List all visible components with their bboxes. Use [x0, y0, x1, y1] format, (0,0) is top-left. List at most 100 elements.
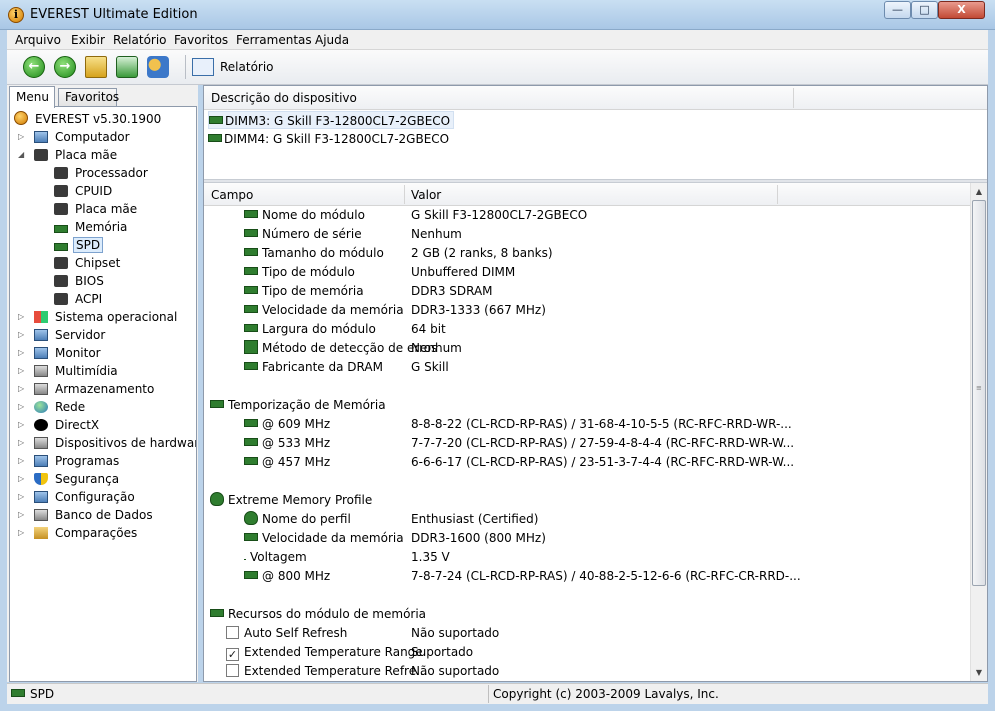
- acpi-icon: [54, 293, 68, 305]
- tree-item-banco-de-dados[interactable]: ▷ Banco de Dados: [18, 506, 155, 524]
- grid-header: Campo Valor: [204, 183, 970, 206]
- chipset-icon: [54, 257, 68, 269]
- device-item-dimm3[interactable]: DIMM3: G Skill F3-12800CL7-2GBECO: [208, 111, 455, 129]
- memory-icon: [244, 324, 258, 332]
- expand-icon[interactable]: ▷: [18, 524, 24, 542]
- table-row[interactable]: @ 457 MHz 6-6-6-17 (CL-RCD-RP-RAS) / 23-5…: [204, 453, 970, 472]
- table-row[interactable]: @ 609 MHz 8-8-8-22 (CL-RCD-RP-RAS) / 31-6…: [204, 415, 970, 434]
- expand-icon[interactable]: ▷: [18, 362, 24, 380]
- flame-icon: [244, 511, 258, 525]
- tree-item-spd[interactable]: SPD: [54, 236, 104, 254]
- tab-menu[interactable]: Menu: [9, 86, 55, 108]
- vertical-scrollbar[interactable]: ▲ ≡ ▼: [970, 183, 987, 681]
- tree-item-sistema-operacional[interactable]: ▷ Sistema operacional: [18, 308, 179, 326]
- users-icon[interactable]: [147, 56, 169, 78]
- refresh-icon[interactable]: [116, 56, 138, 78]
- up-folder-icon[interactable]: [85, 56, 107, 78]
- table-row[interactable]: Fabricante da DRAM G Skill: [204, 358, 970, 377]
- expand-icon[interactable]: ▷: [18, 470, 24, 488]
- table-row[interactable]: Auto Self Refresh Não suportado: [204, 624, 970, 643]
- maximize-button[interactable]: □: [911, 1, 938, 19]
- memory-icon: [244, 419, 258, 427]
- scroll-thumb[interactable]: ≡: [972, 200, 986, 586]
- tree-item-chipset[interactable]: Chipset: [54, 254, 122, 272]
- expand-icon[interactable]: ▷: [18, 452, 24, 470]
- memory-icon: [244, 457, 258, 465]
- tree-item-servidor[interactable]: ▷ Servidor: [18, 326, 107, 344]
- menu-relatorio[interactable]: Relatório: [113, 33, 167, 47]
- menu-exibir[interactable]: Exibir: [71, 33, 105, 47]
- tree-item-processador[interactable]: Processador: [54, 164, 150, 182]
- table-row[interactable]: Velocidade da memória DDR3-1600 (800 MHz): [204, 529, 970, 548]
- expand-icon[interactable]: ▷: [18, 416, 24, 434]
- expand-icon[interactable]: ▷: [18, 434, 24, 452]
- tree-item-computador[interactable]: ▷ Computador: [18, 128, 132, 146]
- memory-icon: [11, 689, 25, 697]
- device-item-dimm4[interactable]: DIMM4: G Skill F3-12800CL7-2GBECO: [208, 130, 449, 148]
- table-row[interactable]: Tipo de módulo Unbuffered DIMM: [204, 263, 970, 282]
- close-button[interactable]: X: [938, 1, 985, 19]
- report-button-label[interactable]: Relatório: [220, 60, 274, 74]
- tree-item-dispositivos-hardware[interactable]: ▷ Dispositivos de hardware: [18, 434, 196, 452]
- memory-icon: [54, 243, 68, 251]
- tab-favoritos[interactable]: Favoritos: [58, 88, 119, 107]
- collapse-icon[interactable]: ◢: [18, 146, 24, 164]
- table-row[interactable]: Velocidade da memória DDR3-1333 (667 MHz): [204, 301, 970, 320]
- tree-item-cpuid[interactable]: CPUID: [54, 182, 114, 200]
- table-row[interactable]: Tipo de memória DDR3 SDRAM: [204, 282, 970, 301]
- expand-icon[interactable]: ▷: [18, 326, 24, 344]
- table-row[interactable]: Tamanho do módulo 2 GB (2 ranks, 8 banks): [204, 244, 970, 263]
- processor-icon: [54, 167, 68, 179]
- tree-item-seguranca[interactable]: ▷ Segurança: [18, 470, 121, 488]
- expand-icon[interactable]: ▷: [18, 380, 24, 398]
- minimize-button[interactable]: —: [884, 1, 911, 19]
- tree-item-placa-mae[interactable]: ◢ Placa mãe: [18, 146, 119, 164]
- forward-arrow-icon[interactable]: →: [54, 56, 76, 78]
- tree-item-armazenamento[interactable]: ▷ Armazenamento: [18, 380, 156, 398]
- tree-item-memoria[interactable]: Memória: [54, 218, 129, 236]
- table-row[interactable]: Número de série Nenhum: [204, 225, 970, 244]
- menu-ferramentas[interactable]: Ferramentas: [236, 33, 312, 47]
- menu-bar: Arquivo Exibir Relatório Favoritos Ferra…: [7, 30, 988, 50]
- device-description-column[interactable]: Descrição do dispositivo: [211, 91, 357, 105]
- menu-ajuda[interactable]: Ajuda: [315, 33, 349, 47]
- table-row[interactable]: @ 800 MHz 7-8-7-24 (CL-RCD-RP-RAS) / 40-8…: [204, 567, 970, 586]
- table-row[interactable]: Nome do módulo G Skill F3-12800CL7-2GBECO: [204, 206, 970, 225]
- tree-item-rede[interactable]: ▷ Rede: [18, 398, 87, 416]
- window-title: EVEREST Ultimate Edition: [30, 7, 198, 22]
- menu-favoritos[interactable]: Favoritos: [174, 33, 228, 47]
- table-row[interactable]: @ 533 MHz 7-7-7-20 (CL-RCD-RP-RAS) / 27-5…: [204, 434, 970, 453]
- table-row[interactable]: Largura do módulo 64 bit: [204, 320, 970, 339]
- menu-arquivo[interactable]: Arquivo: [15, 33, 61, 47]
- tree-item-placa-mae-sub[interactable]: Placa mãe: [54, 200, 139, 218]
- tree-item-monitor[interactable]: ▷ Monitor: [18, 344, 103, 362]
- table-row[interactable]: ✓ Extended Temperature Range Suportado: [204, 643, 970, 662]
- expand-icon[interactable]: ▷: [18, 506, 24, 524]
- tree-item-configuracao[interactable]: ▷ Configuração: [18, 488, 137, 506]
- tree-item-comparacoes[interactable]: ▷ Comparações: [18, 524, 139, 542]
- table-row[interactable]: Voltagem 1.35 V: [204, 548, 970, 567]
- tree-item-acpi[interactable]: ACPI: [54, 290, 104, 308]
- tree-item-multimidia[interactable]: ▷ Multimídia: [18, 362, 120, 380]
- table-row[interactable]: Método de detecção de erros Nenhum: [204, 339, 970, 358]
- motherboard-icon: [34, 149, 48, 161]
- scroll-up-icon[interactable]: ▲: [971, 183, 987, 200]
- table-row[interactable]: Nome do perfil Enthusiast (Certified): [204, 510, 970, 529]
- column-valor[interactable]: Valor: [411, 188, 441, 202]
- expand-icon[interactable]: ▷: [18, 128, 24, 146]
- hardware-icon: [34, 437, 48, 449]
- expand-icon[interactable]: ▷: [18, 398, 24, 416]
- tree-item-bios[interactable]: BIOS: [54, 272, 106, 290]
- table-row[interactable]: Extended Temperature Refre... Não suporta…: [204, 662, 970, 681]
- expand-icon[interactable]: ▷: [18, 488, 24, 506]
- expand-icon[interactable]: ▷: [18, 308, 24, 326]
- memory-icon: [244, 267, 258, 275]
- column-campo[interactable]: Campo: [211, 188, 253, 202]
- tree-item-programas[interactable]: ▷ Programas: [18, 452, 121, 470]
- scroll-down-icon[interactable]: ▼: [971, 664, 987, 681]
- tree-item-everest[interactable]: EVEREST v5.30.1900: [14, 110, 163, 128]
- tree-item-directx[interactable]: ▷ DirectX: [18, 416, 101, 434]
- report-icon[interactable]: [192, 58, 214, 76]
- expand-icon[interactable]: ▷: [18, 344, 24, 362]
- back-arrow-icon[interactable]: ←: [23, 56, 45, 78]
